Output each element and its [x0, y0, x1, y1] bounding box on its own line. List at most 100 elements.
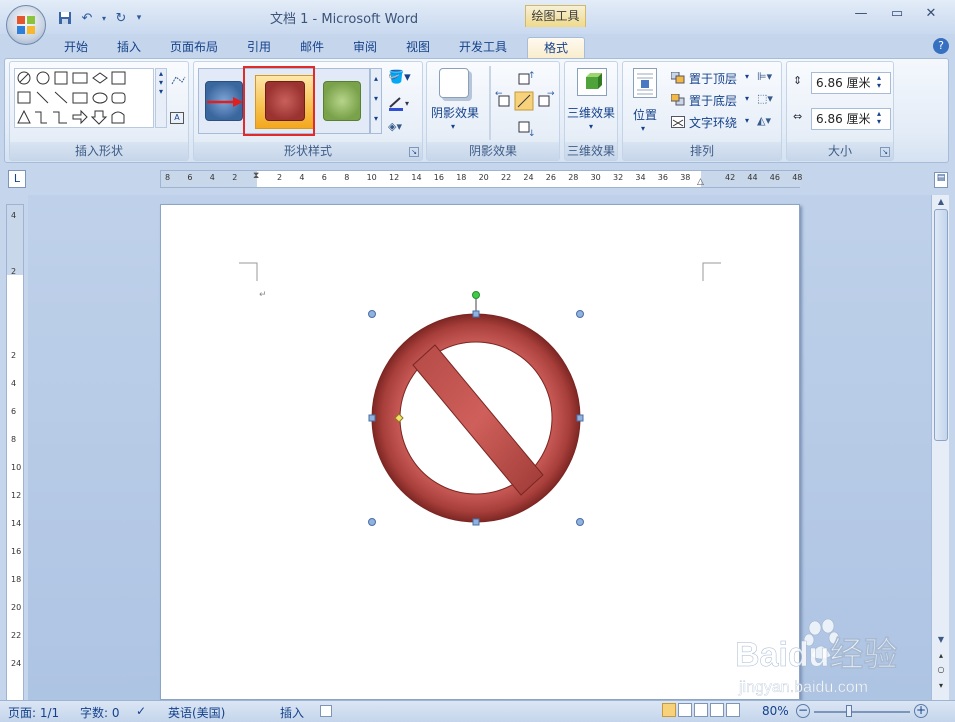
- bring-front-button[interactable]: 置于顶层: [689, 70, 737, 87]
- hruler-tick: 12: [389, 173, 400, 182]
- hruler-tick: 6: [187, 173, 193, 182]
- text-wrap-icon[interactable]: [671, 116, 685, 128]
- tab-references[interactable]: 引用: [241, 37, 277, 59]
- page-count[interactable]: 页面: 1/1: [8, 704, 59, 721]
- align-icon[interactable]: ⊫▾: [757, 70, 779, 84]
- zoom-slider-track[interactable]: [814, 711, 910, 713]
- tab-developer[interactable]: 开发工具: [453, 37, 513, 59]
- 3d-dropdown-icon[interactable]: ▾: [589, 122, 593, 131]
- shape-styles-launcher[interactable]: ↘: [409, 147, 419, 157]
- shape-outline-icon[interactable]: ▾: [388, 96, 412, 112]
- minimize-button[interactable]: —: [850, 6, 872, 26]
- 3d-effect-button[interactable]: 三维效果: [567, 104, 615, 121]
- close-button[interactable]: ✕: [920, 6, 942, 26]
- hruler-tick: 10: [366, 173, 377, 182]
- height-spinner[interactable]: ▴ ▾: [877, 74, 881, 90]
- shadow-effect-icon[interactable]: [439, 68, 469, 98]
- scroll-up-icon[interactable]: ▲: [934, 197, 948, 209]
- print-layout-view-icon[interactable]: [662, 703, 676, 717]
- view-ruler-icon[interactable]: ▤: [934, 172, 948, 188]
- zoom-slider-thumb[interactable]: [846, 705, 852, 717]
- zoom-in-icon[interactable]: +: [914, 704, 928, 718]
- edit-shape-icon[interactable]: [170, 74, 186, 88]
- zoom-out-icon[interactable]: −: [796, 704, 810, 718]
- text-wrap-button[interactable]: 文字环绕: [689, 114, 737, 131]
- vertical-ruler[interactable]: 4 2 2 4 6 8 10 12 14 16 18 20 22 24: [6, 204, 24, 702]
- tab-mailings[interactable]: 邮件: [294, 37, 330, 59]
- web-view-icon[interactable]: [694, 703, 708, 717]
- 3d-effect-icon[interactable]: [577, 68, 607, 96]
- proofing-icon[interactable]: ✓: [136, 704, 146, 718]
- office-button[interactable]: [6, 5, 46, 45]
- size-launcher[interactable]: ↘: [880, 147, 890, 157]
- insert-mode[interactable]: 插入: [280, 704, 304, 721]
- corner-mark-right: [702, 262, 721, 281]
- save-icon[interactable]: [56, 9, 74, 27]
- tab-insert[interactable]: 插入: [111, 37, 147, 59]
- send-back-button[interactable]: 置于底层: [689, 92, 737, 109]
- maximize-button[interactable]: ▭: [886, 6, 908, 26]
- tab-review[interactable]: 审阅: [347, 37, 383, 59]
- right-indent-marker[interactable]: △: [697, 177, 704, 187]
- style-green[interactable]: [323, 81, 361, 121]
- scroll-thumb[interactable]: [934, 209, 948, 441]
- undo-dropdown-icon[interactable]: ▾: [100, 9, 108, 27]
- send-back-icon[interactable]: [670, 93, 685, 106]
- macro-record-icon[interactable]: [320, 705, 332, 717]
- indent-marker[interactable]: ⧗: [253, 171, 259, 181]
- scroll-down-icon[interactable]: ▼: [934, 635, 948, 647]
- browse-object-icon[interactable]: ○: [934, 665, 948, 677]
- word-count[interactable]: 字数: 0: [80, 704, 120, 721]
- hruler-tick: 34: [635, 173, 646, 182]
- next-page-icon[interactable]: ▾: [934, 681, 948, 693]
- bring-front-icon[interactable]: [670, 71, 685, 84]
- draft-view-icon[interactable]: [726, 703, 740, 717]
- reading-view-icon[interactable]: [678, 703, 692, 717]
- tab-home[interactable]: 开始: [58, 37, 94, 59]
- red-arrow-icon: [207, 97, 243, 107]
- context-tab-drawing-tools: 绘图工具: [525, 5, 586, 27]
- rotate-icon[interactable]: ◭▾: [757, 114, 779, 128]
- prev-page-icon[interactable]: ▴: [934, 651, 948, 663]
- watermark-url: jingyan.baidu.com: [738, 679, 868, 696]
- hruler-tick: 42: [725, 173, 736, 182]
- width-spinner[interactable]: ▴ ▾: [877, 110, 881, 126]
- outline-view-icon[interactable]: [710, 703, 724, 717]
- hruler-tick: 14: [411, 173, 422, 182]
- separator: [489, 66, 491, 140]
- vruler-tick: 18: [11, 575, 22, 584]
- svg-text:▾: ▾: [405, 99, 409, 108]
- quick-access-toolbar: ↶ ▾ ↻ ▾: [52, 8, 144, 28]
- styles-gallery-scroll[interactable]: ▴ ▾ ▾: [370, 68, 382, 134]
- tab-page-layout[interactable]: 页面布局: [164, 37, 224, 59]
- text-box-icon[interactable]: A: [170, 112, 184, 124]
- shapes-gallery-scroll[interactable]: ▴ ▾ ▾: [155, 68, 167, 128]
- document-page[interactable]: ↵: [160, 204, 800, 700]
- shadow-effect-button[interactable]: 阴影效果: [431, 104, 479, 121]
- zoom-level[interactable]: 80%: [762, 704, 789, 718]
- language-indicator[interactable]: 英语(美国): [168, 704, 225, 721]
- help-icon[interactable]: ?: [933, 38, 949, 54]
- customize-qat-icon[interactable]: ▾: [134, 9, 144, 27]
- bring-front-dropdown[interactable]: ▾: [745, 72, 749, 81]
- position-icon[interactable]: [633, 68, 657, 98]
- shape-fill-icon[interactable]: 🪣▾: [388, 70, 412, 86]
- horizontal-ruler[interactable]: 8 6 4 2 2 4 6 8 10 12 14 16 18 20 22 24 26 28 30 32 34 36 38 42…: [160, 170, 802, 188]
- tab-view[interactable]: 视图: [400, 37, 436, 59]
- redo-icon[interactable]: ↻: [112, 9, 130, 27]
- group-shadow-effects: 阴影效果 ▾ ↑ ← → ↓ 阴影效果: [426, 61, 560, 161]
- shadow-dropdown-icon[interactable]: ▾: [451, 122, 455, 131]
- shadow-nudge-icons[interactable]: ↑ ← → ↓: [495, 66, 559, 138]
- text-wrap-dropdown[interactable]: ▾: [745, 116, 749, 125]
- tab-selector-button[interactable]: L: [8, 170, 26, 188]
- position-dropdown-icon[interactable]: ▾: [641, 124, 645, 133]
- send-back-dropdown[interactable]: ▾: [745, 94, 749, 103]
- change-shape-icon[interactable]: ◈▾: [388, 120, 412, 136]
- tab-format[interactable]: 格式: [527, 37, 585, 59]
- shapes-gallery[interactable]: [14, 68, 154, 128]
- position-button[interactable]: 位置: [633, 106, 657, 123]
- group-objects-icon[interactable]: ⬚▾: [757, 92, 779, 106]
- svg-text:↑: ↑: [528, 71, 536, 81]
- shapes-icons: [17, 71, 126, 125]
- undo-icon[interactable]: ↶: [78, 9, 96, 27]
